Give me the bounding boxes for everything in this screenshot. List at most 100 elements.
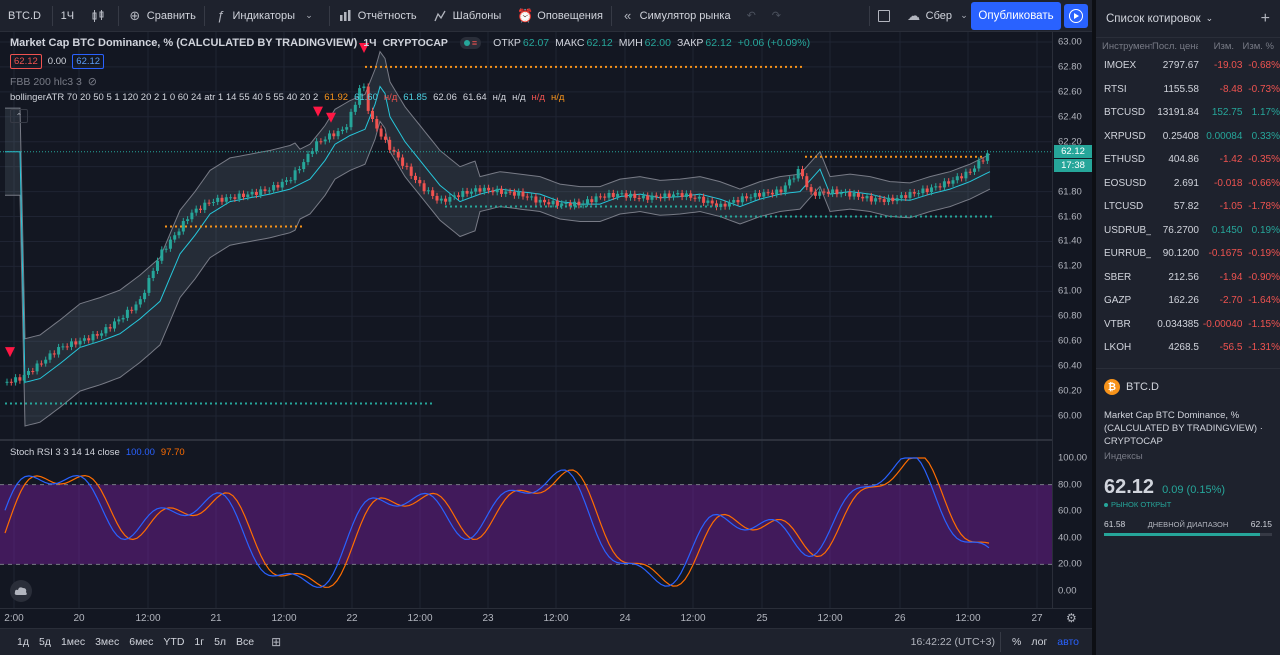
candle-body (156, 260, 159, 271)
range-button[interactable]: YTD (158, 636, 189, 648)
row-change-pct: -0.35% (1248, 154, 1280, 166)
watchlist-row[interactable]: LTCUSD 57.82 -1.05 -1.78% (1096, 195, 1280, 219)
watchlist-row[interactable]: BTCUSD 13191.84 152.75 1.17% (1096, 101, 1280, 125)
candle-body (792, 178, 796, 180)
row-last-price: 13191.84 (1157, 107, 1199, 119)
indicators-button[interactable]: ƒ Индикаторы ⌄ (204, 0, 329, 32)
price-chart[interactable] (0, 32, 1052, 608)
scale-settings-icon[interactable]: ⚙ (1066, 611, 1077, 625)
watchlist-row[interactable]: ETHUSD 404.86 -1.42 -0.35% (1096, 148, 1280, 172)
alerts-button[interactable]: ⏰ Оповещения (509, 0, 611, 32)
time-scale[interactable]: ⚙ 2:00 20 12:00 21 12:00 22 12:00 23 12:00 24 12:0… (0, 608, 1092, 628)
watchlist-row[interactable]: GAZP 162.26 -2.70 -1.64% (1096, 289, 1280, 313)
candle-body (216, 197, 220, 202)
replay-play-button[interactable] (1064, 4, 1088, 28)
row-symbol: SBER (1104, 271, 1132, 283)
col-pct-header[interactable]: Изм. % (1234, 41, 1274, 52)
range-button[interactable]: Все (231, 636, 259, 648)
row-change: 0.00084 (1206, 130, 1243, 142)
row-symbol: IMOEX (1104, 60, 1137, 72)
market-status-indicator[interactable]: ≡ (459, 37, 482, 49)
watchlist-row[interactable]: VTBR 0.034385 -0.00040 -1.15% (1096, 313, 1280, 337)
watchlist-row[interactable]: IMOEX 2797.67 -19.03 -0.68% (1096, 54, 1280, 78)
close-label: ЗАКР (676, 37, 704, 49)
col-last-header[interactable]: Посл. цена (1152, 41, 1198, 52)
range-button[interactable]: 5д (34, 636, 56, 648)
range-button[interactable]: 6мес (124, 636, 158, 648)
candle-body (930, 187, 933, 193)
details-symbol[interactable]: BTC.D (1126, 381, 1159, 393)
col-symbol-header[interactable]: Инструмент (1102, 41, 1152, 52)
range-button[interactable]: 3мес (90, 636, 124, 648)
tradingview-logo-button[interactable] (10, 580, 32, 602)
candle-body (577, 201, 581, 206)
custom-range-icon[interactable]: ⊞ (271, 635, 281, 649)
redo-button[interactable]: ↷ (764, 0, 789, 32)
candle-body (22, 374, 26, 381)
candle-body (736, 200, 740, 203)
bid-price-box[interactable]: 62.12 (10, 54, 42, 69)
watchlist-row[interactable]: SBER 212.56 -1.94 -0.90% (1096, 266, 1280, 290)
row-last-price: 2797.67 (1162, 60, 1199, 72)
candle-body (921, 188, 925, 194)
clock-display[interactable]: 16:42:22 (UTC+3) (906, 636, 1000, 648)
high-label: МАКС (555, 37, 585, 49)
watchlist-title[interactable]: Список котировок (1106, 13, 1201, 25)
candle-body (431, 190, 435, 196)
symbol-search-button[interactable]: BTC.D (0, 0, 52, 32)
stoch-tick-label: 20.00 (1058, 558, 1082, 570)
candle-body (908, 192, 912, 198)
watchlist-row[interactable]: EOSUSD 2.691 -0.018 -0.66% (1096, 172, 1280, 196)
eye-off-icon[interactable]: ⊘ (88, 75, 97, 88)
candle-body (801, 169, 804, 177)
replay-button[interactable]: « Симулятор рынка (612, 0, 739, 32)
chart-pane[interactable]: Market Cap BTC Dominance, % (CALCULATED … (0, 32, 1052, 608)
range-button[interactable]: 1д (12, 636, 34, 648)
bollinger-value-3: 61.85 (403, 92, 428, 103)
candle-body (31, 371, 35, 373)
financials-button[interactable]: Отчётность (330, 0, 425, 32)
collapse-legend-button[interactable]: ⌃ (10, 109, 28, 123)
candle-body (211, 201, 215, 203)
stoch-k-value: 100.00 (125, 447, 155, 458)
candle-body (332, 133, 336, 137)
ask-price-box[interactable]: 62.12 (72, 54, 105, 69)
compare-button[interactable]: ⊕ Сравнить (119, 0, 204, 32)
candle-body (977, 160, 981, 169)
range-button[interactable]: 1г (189, 636, 209, 648)
chevron-down-icon[interactable]: ⌄ (1206, 13, 1214, 24)
fx-icon: ƒ (216, 8, 225, 23)
watchlist-row[interactable]: RTSI 1155.58 -8.48 -0.73% (1096, 78, 1280, 102)
col-change-header[interactable]: Изм. (1198, 41, 1234, 52)
price-tick-label: 61.60 (1058, 211, 1082, 223)
candle-body (340, 129, 344, 132)
add-symbol-icon[interactable]: + (1261, 10, 1270, 28)
watchlist-row[interactable]: USDRUB_TOM 76.2700 0.1450 0.19% (1096, 219, 1280, 243)
row-last-price: 162.26 (1168, 295, 1199, 307)
stoch-tick-label: 0.00 (1058, 585, 1077, 597)
candle-body (960, 176, 964, 179)
layout-toggle-button[interactable] (870, 0, 898, 32)
range-button[interactable]: 5л (209, 636, 231, 648)
candle-body (719, 203, 723, 208)
watchlist-row[interactable]: LKOH 4268.5 -56.5 -1.31% (1096, 336, 1280, 360)
price-scale[interactable]: 63.0062.8062.6062.4062.2062.0061.8061.60… (1052, 32, 1092, 608)
price-tick-label: 60.80 (1058, 310, 1082, 322)
watchlist-row[interactable]: XRPUSD 0.25408 0.00084 0.33% (1096, 125, 1280, 149)
watchlist-row[interactable]: EURRUB_TOM 90.1200 -0.1675 -0.19% (1096, 242, 1280, 266)
fbb-indicator-name: FBB 200 hlc3 3 (10, 75, 82, 88)
log-toggle[interactable]: лог (1026, 636, 1052, 648)
interval-button[interactable]: 1Ч (53, 0, 82, 32)
auto-toggle[interactable]: авто (1052, 636, 1084, 648)
row-change: 0.1450 (1211, 224, 1243, 236)
templates-button[interactable]: Шаблоны (425, 0, 510, 32)
row-change: -1.05 (1219, 201, 1243, 213)
publish-button[interactable]: Опубликовать (971, 2, 1061, 30)
details-description: Market Cap BTC Dominance, % (CALCULATED … (1104, 410, 1263, 447)
undo-button[interactable]: ↶ (739, 0, 764, 32)
chart-type-button[interactable] (82, 0, 118, 32)
range-button[interactable]: 1мес (56, 636, 90, 648)
candle-body (762, 192, 766, 197)
percent-toggle[interactable]: % (1007, 636, 1026, 648)
candle-body (672, 194, 675, 198)
